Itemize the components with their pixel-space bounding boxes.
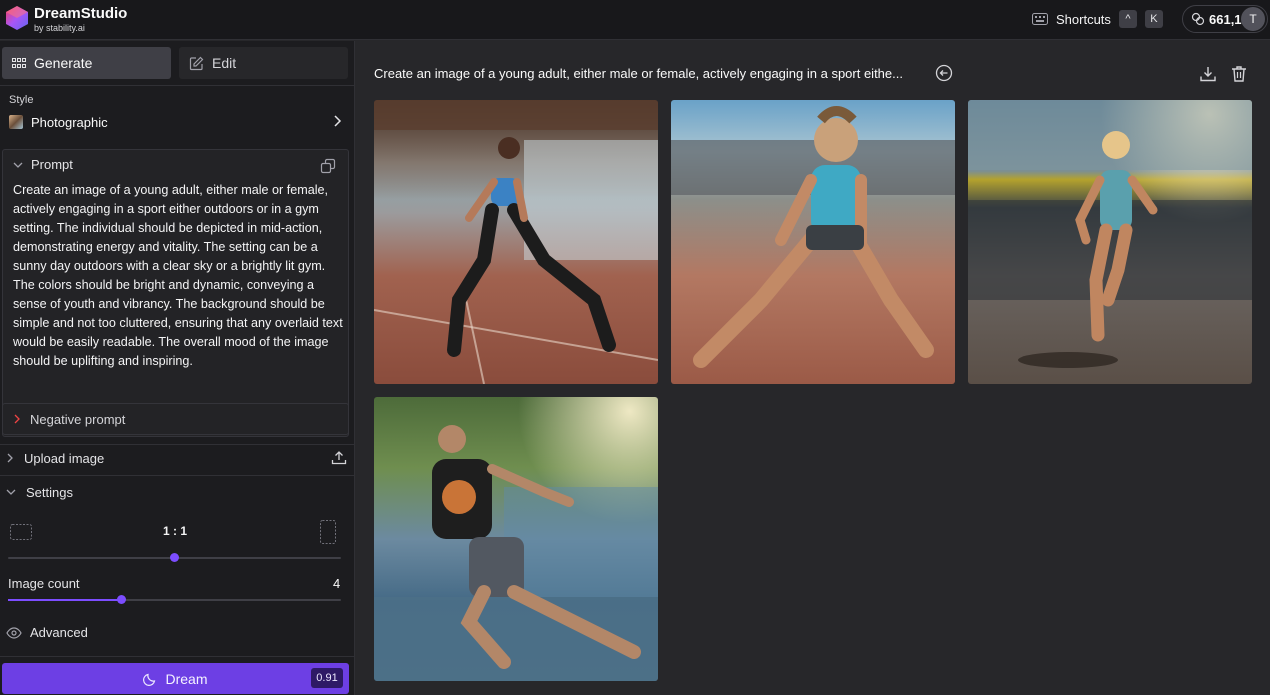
credits-badge[interactable]: 661,1 T (1182, 5, 1268, 33)
dream-label: Dream (165, 670, 208, 687)
generated-image-4[interactable] (374, 397, 658, 681)
app-title: DreamStudio (34, 5, 128, 22)
settings-header[interactable]: Settings (0, 478, 355, 506)
shortcuts-label: Shortcuts (1056, 11, 1111, 27)
tab-edit-label: Edit (212, 55, 237, 71)
edit-icon (189, 56, 204, 70)
prompt-textarea[interactable]: Create an image of a young adult, either… (13, 181, 343, 371)
chevron-right-icon (334, 115, 342, 127)
generated-image-1[interactable] (374, 100, 658, 384)
reuse-prompt-icon[interactable] (935, 64, 953, 82)
dreamstudio-logo-icon (6, 6, 28, 30)
prompt-panel: Prompt Create an image of a young adult,… (2, 149, 349, 437)
negative-prompt-toggle[interactable]: Negative prompt (2, 403, 349, 435)
athlete-photo-4 (374, 425, 658, 681)
settings-label: Settings (26, 484, 73, 500)
dream-cost-badge: 0.91 (311, 668, 343, 688)
grid-icon (12, 58, 26, 68)
chevron-right-icon (7, 453, 13, 463)
upload-image-label: Upload image (24, 450, 105, 466)
chevron-down-icon (13, 162, 23, 168)
trash-icon[interactable] (1231, 65, 1247, 83)
copy-icon[interactable] (320, 158, 336, 174)
style-selector[interactable]: Photographic (2, 109, 350, 135)
athlete-photo-1 (374, 100, 658, 384)
athlete-photo-2 (671, 106, 955, 368)
keyboard-icon (1032, 13, 1048, 25)
image-count-value: 4 (333, 576, 341, 591)
aspect-ratio-value: 1 : 1 (162, 524, 187, 538)
chevron-down-icon (6, 489, 16, 495)
tab-edit[interactable]: Edit (179, 47, 348, 79)
credits-value: 661,1 (1209, 11, 1242, 27)
shortcut-key-k: K (1144, 10, 1163, 28)
style-label: Style (9, 94, 34, 106)
divider (0, 656, 355, 657)
tab-generate-label: Generate (34, 55, 93, 71)
tab-generate[interactable]: Generate (2, 47, 171, 79)
advanced-toggle[interactable]: Advanced (6, 625, 88, 640)
divider (0, 85, 355, 86)
chevron-right-icon (14, 414, 20, 424)
advanced-label: Advanced (30, 625, 88, 640)
coins-icon (1191, 12, 1205, 26)
app-subtitle: by stability.ai (34, 23, 85, 33)
eye-icon (6, 626, 22, 639)
image-count-slider-fill (8, 599, 122, 601)
prompt-header[interactable]: Prompt (13, 157, 73, 172)
shortcut-key-ctrl: ^ (1118, 10, 1137, 28)
athlete-photo-3 (968, 100, 1252, 368)
generation-prompt-title: Create an image of a young adult, either… (374, 66, 903, 81)
prompt-label: Prompt (31, 157, 73, 172)
download-icon[interactable] (1199, 65, 1217, 83)
upload-icon[interactable] (331, 450, 347, 466)
style-value: Photographic (31, 114, 108, 130)
shortcuts-button[interactable]: Shortcuts ^ K (1032, 9, 1163, 29)
image-count-label: Image count (8, 576, 80, 591)
generated-image-3[interactable] (968, 100, 1252, 384)
aspect-ratio-slider-thumb[interactable] (170, 553, 179, 562)
dream-button[interactable]: Dream 0.91 (2, 663, 349, 694)
avatar[interactable]: T (1241, 7, 1265, 31)
top-bar: DreamStudio by stability.ai Shortcuts ^ … (0, 0, 1270, 40)
sidebar: Generate Edit Style Photographic Prompt … (0, 41, 355, 695)
image-count-slider-thumb[interactable] (116, 595, 126, 604)
portrait-ratio-icon[interactable] (320, 520, 336, 544)
generated-image-2[interactable] (671, 100, 955, 384)
main-panel: Create an image of a young adult, either… (356, 41, 1270, 695)
negative-prompt-label: Negative prompt (30, 411, 126, 427)
moon-icon (143, 673, 156, 686)
style-thumbnail (9, 115, 23, 129)
divider (0, 475, 355, 476)
upload-image-row[interactable]: Upload image (0, 444, 355, 472)
